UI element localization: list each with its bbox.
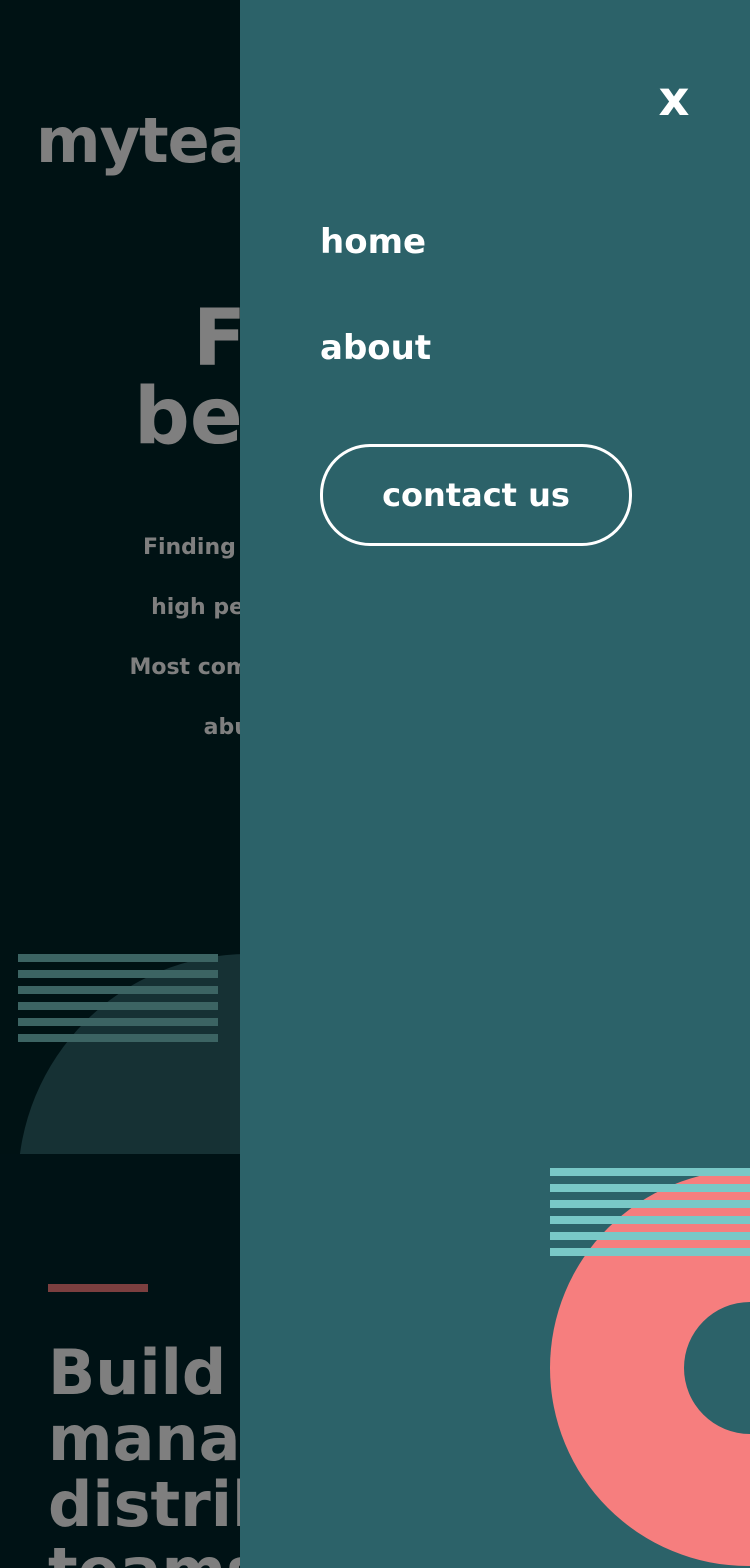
mobile-menu: x home about contact us xyxy=(240,0,750,1568)
close-icon[interactable]: x xyxy=(654,68,694,130)
nav-link-home[interactable]: home xyxy=(320,222,426,262)
contact-us-button[interactable]: contact us xyxy=(320,444,632,546)
nav-link-about[interactable]: about xyxy=(320,328,431,368)
decorative-stripes xyxy=(550,1168,750,1264)
